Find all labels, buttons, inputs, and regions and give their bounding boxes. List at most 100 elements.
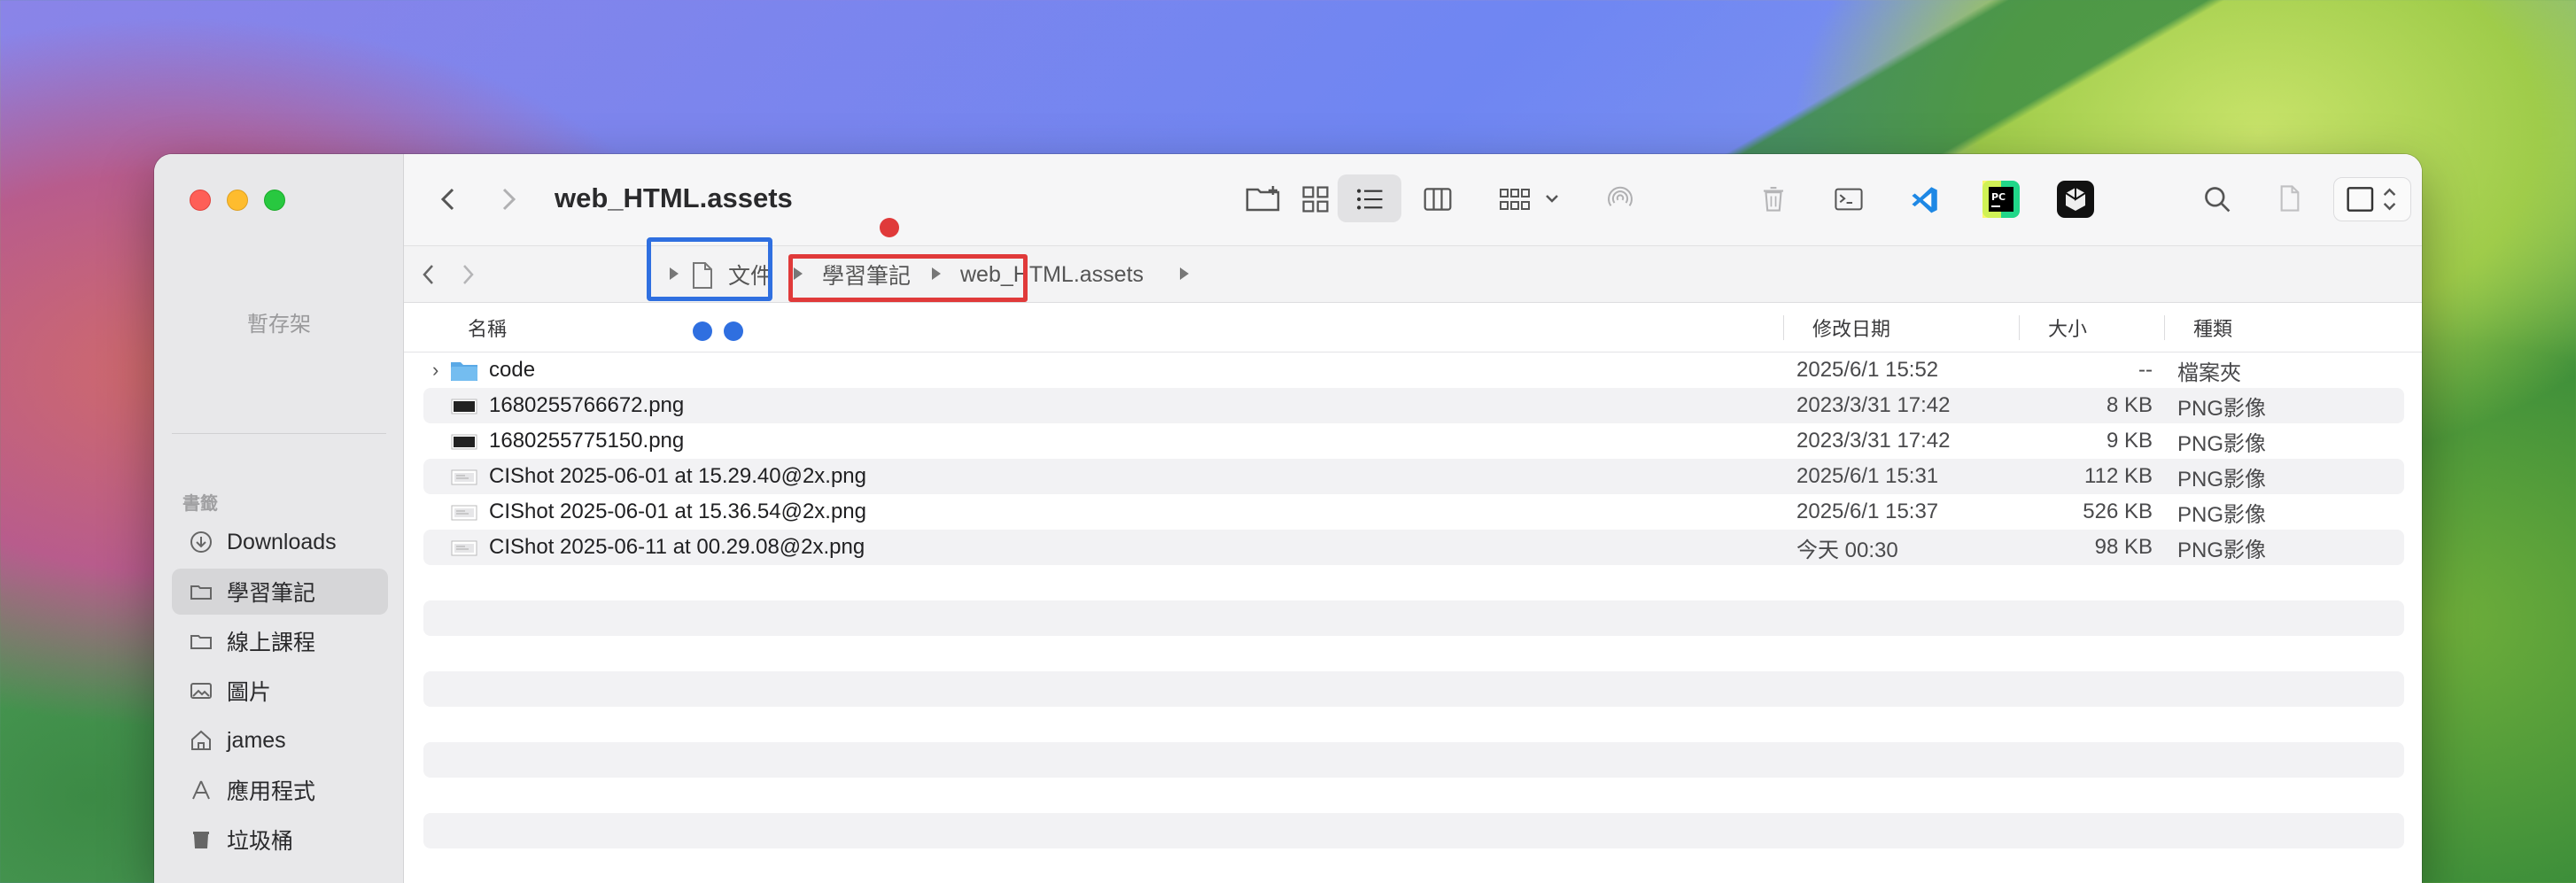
shelf-label[interactable]: 暫存架 <box>154 306 404 337</box>
file-date: 2025/6/1 15:37 <box>1796 500 1939 523</box>
file-list: › code 2025/6/1 15:52 -- 檔案夾 16802557666… <box>423 352 2404 848</box>
table-row[interactable]: CIShot 2025-06-11 at 00.29.08@2x.png 今天 … <box>423 530 2404 565</box>
sidebar-item-applications[interactable]: 應用程式 <box>172 767 388 813</box>
column-kind[interactable]: 種類 <box>2193 303 2232 352</box>
table-row[interactable]: 1680255766672.png 2023/3/31 17:42 8 KB P… <box>423 388 2404 423</box>
file-name: CIShot 2025-06-11 at 00.29.08@2x.png <box>489 535 865 559</box>
group-by-button[interactable] <box>1497 182 1566 216</box>
column-date[interactable]: 修改日期 <box>1812 303 1890 352</box>
file-kind: PNG影像 <box>2177 467 2267 492</box>
sidebar-item-pictures[interactable]: 圖片 <box>172 668 388 714</box>
sidebar-item-home[interactable]: james <box>172 717 388 763</box>
path-separator-icon <box>1180 267 1189 280</box>
annotation-dot-blue <box>724 321 743 341</box>
file-kind: 檔案夾 <box>2177 360 2241 385</box>
delete-button[interactable] <box>1757 181 1789 216</box>
sidebar-divider <box>172 433 386 434</box>
vscode-button[interactable] <box>1906 181 1944 218</box>
annotation-box-red <box>788 254 1028 302</box>
sidebar-item-study-notes[interactable]: 學習筆記 <box>172 569 388 615</box>
file-name: 1680255766672.png <box>489 393 685 417</box>
image-file-icon <box>451 540 477 556</box>
table-row[interactable]: CIShot 2025-06-01 at 15.36.54@2x.png 202… <box>423 494 2404 530</box>
file-size: 9 KB <box>2106 429 2153 453</box>
list-view-button[interactable] <box>1352 182 1387 216</box>
file-date: 2025/6/1 15:52 <box>1796 358 1939 382</box>
new-folder-button[interactable] <box>1244 181 1284 216</box>
close-button[interactable] <box>190 190 211 211</box>
terminal-button[interactable] <box>1830 182 1867 216</box>
empty-row <box>423 671 2404 707</box>
column-name[interactable]: 名稱 <box>468 303 507 352</box>
image-file-icon <box>451 469 477 485</box>
photo-icon <box>188 678 214 704</box>
airdrop-button[interactable] <box>1602 181 1639 218</box>
sidebar-list: Downloads 學習筆記 線上課程 圖片 james 應用程式 垃圾桶 <box>172 519 388 866</box>
table-row[interactable]: 1680255775150.png 2023/3/31 17:42 9 KB P… <box>423 423 2404 459</box>
file-date: 今天 00:30 <box>1796 538 1898 562</box>
sidebar: 暫存架 書籤 Downloads 學習筆記 線上課程 圖片 james 應用程式… <box>154 154 404 883</box>
sidebar-item-label: Downloads <box>227 529 337 554</box>
file-date: 2025/6/1 15:31 <box>1796 464 1939 488</box>
file-size: 98 KB <box>2094 535 2153 559</box>
file-size: 112 KB <box>2084 464 2153 488</box>
empty-row <box>423 600 2404 636</box>
file-name: CIShot 2025-06-01 at 15.29.40@2x.png <box>489 464 866 488</box>
folder-icon <box>188 628 214 655</box>
sidebar-toggle-button[interactable] <box>2333 177 2411 221</box>
pycharm-button[interactable]: PC <box>1981 179 2021 220</box>
icon-view-button[interactable] <box>1299 182 1332 216</box>
file-info-button[interactable] <box>2275 181 2305 216</box>
sidebar-item-trash[interactable]: 垃圾桶 <box>172 817 388 863</box>
sidebar-item-label: 圖片 <box>227 680 272 705</box>
annotation-box-blue <box>647 237 772 301</box>
trash-icon <box>188 826 214 853</box>
file-kind: PNG影像 <box>2177 431 2267 456</box>
column-divider[interactable] <box>1783 315 1784 340</box>
file-name: 1680255775150.png <box>489 429 685 453</box>
disclosure-triangle-icon[interactable]: › <box>432 359 438 382</box>
zoom-button[interactable] <box>264 190 285 211</box>
column-divider[interactable] <box>2019 315 2020 340</box>
window-controls <box>190 190 285 211</box>
terminal-icon <box>1835 188 1863 211</box>
image-file-icon <box>451 505 477 521</box>
cursor-app-icon <box>2057 181 2094 218</box>
svg-text:PC: PC <box>1991 191 2006 203</box>
file-name: code <box>489 358 536 382</box>
empty-row <box>423 813 2404 848</box>
minimize-button[interactable] <box>227 190 248 211</box>
annotation-dot-red <box>880 218 899 237</box>
column-view-button[interactable] <box>1421 182 1455 216</box>
sidebar-item-downloads[interactable]: Downloads <box>172 519 388 565</box>
airdrop-icon <box>1608 186 1633 206</box>
toolbar: web_HTML.assets PC <box>404 154 2422 246</box>
file-date: 2023/3/31 17:42 <box>1796 393 1951 417</box>
vscode-icon <box>1912 187 1937 213</box>
path-back-button[interactable] <box>416 260 441 289</box>
column-divider[interactable] <box>2164 315 2165 340</box>
back-button[interactable] <box>434 184 464 214</box>
column-size[interactable]: 大小 <box>2048 303 2087 352</box>
file-kind: PNG影像 <box>2177 396 2267 421</box>
image-file-icon <box>451 434 477 450</box>
path-forward-button[interactable] <box>455 260 480 289</box>
sidebar-item-online-courses[interactable]: 線上課程 <box>172 618 388 664</box>
sidebar-section-bookmarks: 書籤 <box>182 494 218 514</box>
table-row[interactable]: › code 2025/6/1 15:52 -- 檔案夾 <box>423 352 2404 388</box>
panel-toggle-icon <box>2347 187 2396 212</box>
empty-row <box>423 742 2404 778</box>
apps-icon <box>188 777 214 803</box>
file-date: 2023/3/31 17:42 <box>1796 429 1951 453</box>
download-icon <box>188 529 214 555</box>
file-name: CIShot 2025-06-01 at 15.36.54@2x.png <box>489 500 866 523</box>
folder-icon <box>188 578 214 605</box>
file-size: -- <box>2138 358 2153 382</box>
search-button[interactable] <box>2200 182 2234 216</box>
forward-button[interactable] <box>493 184 523 214</box>
annotation-dot-blue <box>693 321 712 341</box>
cursor-app-button[interactable] <box>2055 179 2096 220</box>
file-kind: PNG影像 <box>2177 538 2267 562</box>
table-row[interactable]: CIShot 2025-06-01 at 15.29.40@2x.png 202… <box>423 459 2404 494</box>
sidebar-item-label: james <box>227 727 286 753</box>
